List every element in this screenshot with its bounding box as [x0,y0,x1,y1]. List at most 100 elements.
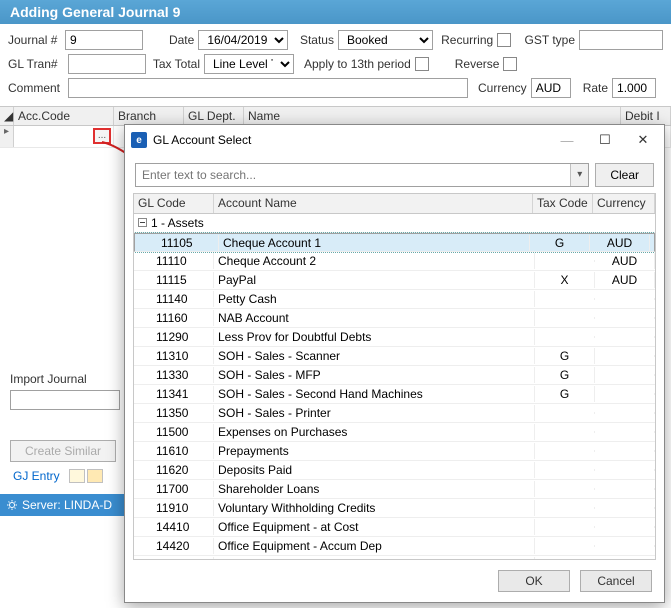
gear-icon [6,499,18,511]
row-code: 11500 [134,424,214,440]
account-row[interactable]: 11341SOH - Sales - Second Hand MachinesG [134,385,655,404]
col-account-name[interactable]: Account Name [214,194,533,213]
row-tax [535,336,595,338]
status-select[interactable]: Booked [338,30,433,50]
import-journal-label: Import Journal [10,372,120,386]
reverse-checkbox[interactable] [503,57,517,71]
row-code: 11910 [134,500,214,516]
import-journal-section: Import Journal Create Similar [0,364,130,470]
row-tax: G [535,348,595,364]
account-row[interactable]: 11140Petty Cash [134,290,655,309]
row-tax [535,526,595,528]
gst-type-input[interactable] [579,30,663,50]
rate-input[interactable] [612,78,656,98]
row-name: Office Equipment - Accum Dep [214,538,535,554]
group-row-assets[interactable]: 1 - Assets [134,214,655,233]
account-row[interactable]: 11500Expenses on Purchases [134,423,655,442]
currency-input[interactable] [531,78,571,98]
col-acccode[interactable]: Acc.Code [14,107,114,125]
ok-button[interactable]: OK [498,570,570,592]
tab-doc-icon[interactable] [69,469,85,483]
search-input[interactable] [136,164,570,186]
currency-label: Currency [478,81,527,95]
tab-folder-icon[interactable] [87,469,103,483]
row-tax: X [535,272,595,288]
tab-gj-entry[interactable]: GJ Entry [6,466,67,486]
row-currency [595,488,655,490]
col-currency[interactable]: Currency [593,194,655,213]
row-code: 11105 [139,235,219,251]
apply-13-label: Apply to 13th period [304,57,411,71]
row-currency [595,545,655,547]
row-name: Cheque Account 2 [214,253,535,269]
grid-row-selector-header: ◢ [0,107,14,125]
row-indicator-icon: ▸ [0,126,14,147]
row-currency [595,431,655,433]
row-tax [535,507,595,509]
row-code: 11341 [134,386,214,402]
acccode-lookup-button[interactable]: ... [93,128,111,144]
account-row[interactable]: 11910Voluntary Withholding Credits [134,499,655,518]
journal-no-input[interactable] [65,30,143,50]
account-row[interactable]: 11160NAB Account [134,309,655,328]
row-currency: AUD [595,272,655,288]
account-row[interactable]: 11700Shareholder Loans [134,480,655,499]
row-tax [535,450,595,452]
recurring-label: Recurring [441,33,493,47]
import-journal-input[interactable] [10,390,120,410]
comment-input[interactable] [68,78,468,98]
cell-acccode[interactable]: ... [14,126,114,147]
tax-total-select[interactable]: Line Level TP [204,54,294,74]
account-row[interactable]: 11115PayPalXAUD [134,271,655,290]
apply-13-checkbox[interactable] [415,57,429,71]
dialog-titlebar[interactable]: e GL Account Select — ☐ ✕ [125,125,664,155]
account-row[interactable]: 11290Less Prov for Doubtful Debts [134,328,655,347]
row-tax: G [530,235,590,251]
row-code: 11110 [134,253,214,269]
account-row[interactable]: 14410Office Equipment - at Cost [134,518,655,537]
reverse-label: Reverse [455,57,500,71]
row-tax [535,317,595,319]
search-dropdown-icon[interactable]: ▾ [570,164,588,186]
gst-type-label: GST type [525,33,575,47]
account-row[interactable]: 14610Motor Vehicles - at Cost [134,556,655,559]
row-name: Less Prov for Doubtful Debts [214,329,535,345]
row-code: 11310 [134,348,214,364]
col-debit[interactable]: Debit I [621,107,671,125]
row-currency: AUD [590,235,650,251]
account-row[interactable]: 11610Prepayments [134,442,655,461]
maximize-button[interactable]: ☐ [586,127,624,153]
row-name: Expenses on Purchases [214,424,535,440]
col-name[interactable]: Name [244,107,621,125]
recurring-checkbox[interactable] [497,33,510,47]
row-name: SOH - Sales - Printer [214,405,535,421]
account-row[interactable]: 11310SOH - Sales - ScannerG [134,347,655,366]
dialog-grid-body[interactable]: 1 - Assets 11105Cheque Account 1GAUD1111… [134,214,655,559]
minimize-button[interactable]: — [548,127,586,153]
clear-button[interactable]: Clear [595,163,654,187]
search-combo[interactable]: ▾ [135,163,589,187]
account-row[interactable]: 14420Office Equipment - Accum Dep [134,537,655,556]
account-row[interactable]: 11620Deposits Paid [134,461,655,480]
row-code: 11350 [134,405,214,421]
row-currency [595,526,655,528]
create-similar-button[interactable]: Create Similar [10,440,116,462]
col-branch[interactable]: Branch [114,107,184,125]
col-gl-code[interactable]: GL Code [134,194,214,213]
account-row[interactable]: 11110Cheque Account 2AUD [134,252,655,271]
row-name: SOH - Sales - Second Hand Machines [214,386,535,402]
account-row[interactable]: 11350SOH - Sales - Printer [134,404,655,423]
date-select[interactable]: 16/04/2019 [198,30,288,50]
row-code: 11290 [134,329,214,345]
col-gldept[interactable]: GL Dept. [184,107,244,125]
cancel-button[interactable]: Cancel [580,570,652,592]
close-button[interactable]: ✕ [624,127,662,153]
collapse-icon[interactable] [138,218,147,227]
grid-header: ◢ Acc.Code Branch GL Dept. Name Debit I [0,106,671,126]
row-currency [595,298,655,300]
row-name: Cheque Account 1 [219,235,530,251]
account-row[interactable]: 11105Cheque Account 1GAUD [134,233,655,252]
account-row[interactable]: 11330SOH - Sales - MFPG [134,366,655,385]
col-tax-code[interactable]: Tax Code [533,194,593,213]
gl-tran-input[interactable] [68,54,146,74]
